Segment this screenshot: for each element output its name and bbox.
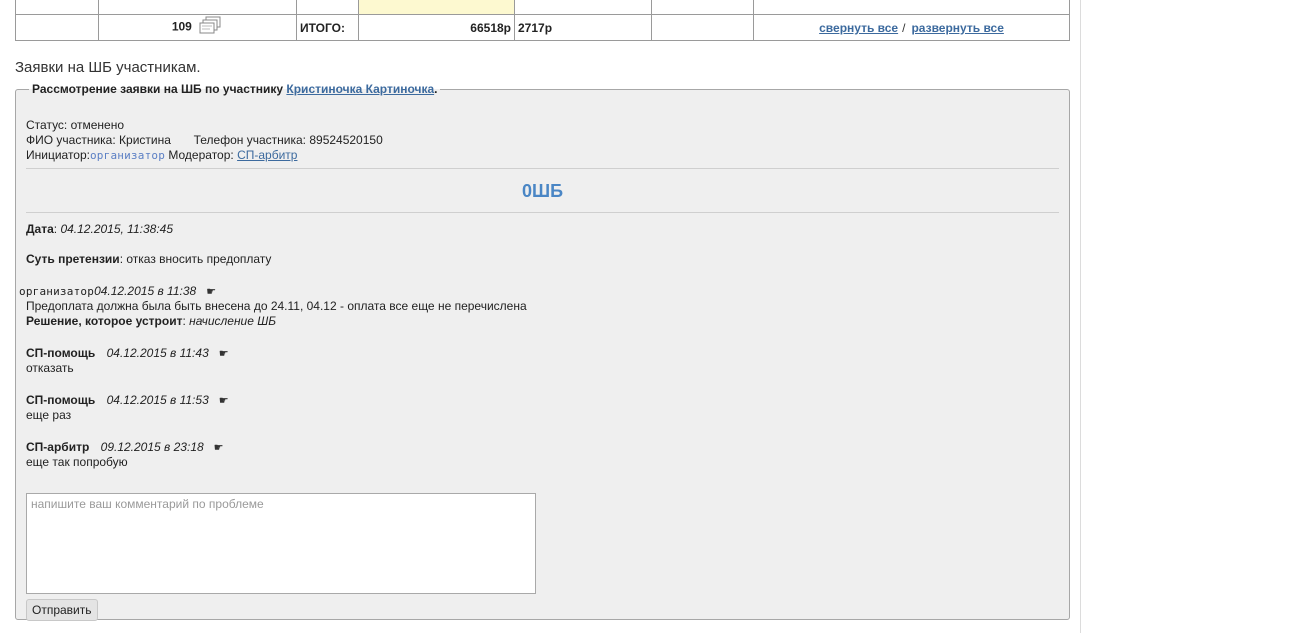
initiator-value: организатор xyxy=(89,149,166,162)
fio-label: ФИО участника: xyxy=(26,133,116,147)
claim-title: 0ШБ xyxy=(521,181,564,201)
solution-value: начисление ШБ xyxy=(189,314,277,328)
comment-input[interactable] xyxy=(26,493,536,594)
comment-datetime: 09.12.2015 в 23:18 xyxy=(100,440,204,454)
legend-prefix: Рассмотрение заявки на ШБ по участнику xyxy=(32,82,284,96)
claim-legend: Рассмотрение заявки на ШБ по участнику К… xyxy=(29,82,440,96)
links-separator: / xyxy=(902,20,906,35)
count-cell: 109 xyxy=(98,14,297,41)
highlight-cell xyxy=(358,0,515,16)
divider xyxy=(26,168,1059,169)
date-line: Дата: 04.12.2015, 11:38:45 xyxy=(26,222,173,236)
fio-value: Кристина xyxy=(119,133,171,147)
participant-link[interactable]: Кристиночка Картиночка xyxy=(286,82,434,96)
comment-author: СП-помощь xyxy=(26,393,96,407)
comment-datetime: 04.12.2015 в 11:43 xyxy=(106,346,209,360)
collapse-all-link[interactable]: свернуть все xyxy=(819,21,898,35)
reply-hand-icon[interactable]: ☛ xyxy=(214,442,224,454)
essence-value: отказ вносить предоплату xyxy=(126,252,272,266)
content-area: 109 ИТОГО: 66518р 2717р свернуть все / раз… xyxy=(0,0,1081,633)
total-label: ИТОГО: xyxy=(296,14,359,41)
comment-author: СП-арбитр xyxy=(26,440,90,454)
date-value: 04.12.2015, 11:38:45 xyxy=(60,222,173,236)
total-sum: 66518р xyxy=(358,14,515,41)
solution-label: Решение, которое устроит xyxy=(26,314,183,328)
legend-suffix: . xyxy=(434,82,438,96)
comment-text: еще раз xyxy=(26,408,72,422)
status-line: Статус: отменено xyxy=(26,118,125,132)
send-button[interactable]: Отправить xyxy=(26,599,98,621)
divider xyxy=(26,212,1059,213)
section-title: Заявки на ШБ участникам. xyxy=(15,59,201,76)
comment-datetime: 04.12.2015 в 11:38 xyxy=(94,284,197,298)
reply-hand-icon[interactable]: ☛ xyxy=(206,286,216,298)
comment-header: СП-помощь 04.12.2015 в 11:43 ☛ xyxy=(26,346,229,360)
comment-header: организатор04.12.2015 в 11:38 ☛ xyxy=(19,284,216,298)
comment-text: еще так попробую xyxy=(26,455,128,469)
comment-author: СП-помощь xyxy=(26,346,96,360)
roles-line: Инициатор:организатор Модератор: СП-арби… xyxy=(26,148,297,162)
initiator-label: Инициатор: xyxy=(26,148,90,162)
essence-label: Суть претензии xyxy=(26,252,120,266)
moderator-link[interactable]: СП-арбитр xyxy=(237,148,297,162)
comment-text: отказать xyxy=(26,361,74,375)
toggle-links-cell: свернуть все / развернуть все xyxy=(753,14,1070,41)
phone-value: 89524520150 xyxy=(309,133,383,147)
participant-info: ФИО участника: Кристина Телефон участник… xyxy=(26,133,383,147)
date-label: Дата xyxy=(26,222,54,236)
comment-text: Предоплата должна была быть внесена до 2… xyxy=(26,299,527,313)
comment-author: организатор xyxy=(19,285,95,298)
stack-icon xyxy=(199,16,223,39)
expand-all-link[interactable]: развернуть все xyxy=(911,21,1003,35)
claim-panel: Рассмотрение заявки на ШБ по участнику К… xyxy=(15,82,1070,621)
totals-row: 109 ИТОГО: 66518р 2717р свернуть все / раз… xyxy=(15,14,1070,41)
phone-label: Телефон участника: xyxy=(193,133,306,147)
comment-header: СП-арбитр 09.12.2015 в 23:18 ☛ xyxy=(26,440,224,454)
totals-table: 109 ИТОГО: 66518р 2717р свернуть все / раз… xyxy=(15,0,1070,41)
moderator-label: Модератор: xyxy=(168,148,234,162)
comment-header: СП-помощь 04.12.2015 в 11:53 ☛ xyxy=(26,393,229,407)
total-count: 109 xyxy=(171,19,192,34)
reply-hand-icon[interactable]: ☛ xyxy=(219,395,229,407)
solution-line: Решение, которое устроит: начисление ШБ xyxy=(26,314,277,328)
essence-line: Суть претензии: отказ вносить предоплату xyxy=(26,252,272,266)
comment-datetime: 04.12.2015 в 11:53 xyxy=(106,393,209,407)
reply-hand-icon[interactable]: ☛ xyxy=(219,348,229,360)
table-row xyxy=(15,0,1070,16)
total-extra: 2717р xyxy=(514,14,652,41)
